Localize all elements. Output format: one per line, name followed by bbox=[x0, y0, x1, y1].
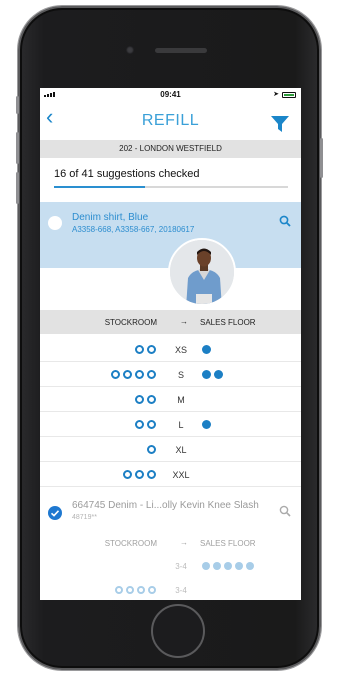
volume-down-button bbox=[16, 172, 19, 204]
search-icon[interactable] bbox=[279, 214, 291, 232]
progress-fill bbox=[54, 186, 146, 188]
sales-floor-unit-icon bbox=[214, 370, 223, 379]
stockroom-count bbox=[123, 470, 156, 479]
arrow-icon: → bbox=[180, 538, 188, 547]
size-label: XL bbox=[175, 445, 187, 455]
column-header-faded: STOCKROOM → SALES FLOOR bbox=[40, 534, 301, 552]
power-button bbox=[320, 138, 323, 178]
stockroom-unit-icon bbox=[147, 420, 156, 429]
sales-floor-unit-icon bbox=[202, 420, 211, 429]
stockroom-unit-icon bbox=[135, 420, 144, 429]
filter-icon[interactable] bbox=[271, 116, 289, 137]
stockroom-unit-icon bbox=[123, 370, 132, 379]
stockroom-unit-icon bbox=[147, 470, 156, 479]
second-item-row[interactable]: 664745 Denim - Li...olly Kevin Knee Slas… bbox=[40, 492, 301, 532]
stockroom-unit-icon bbox=[147, 345, 156, 354]
size-row[interactable]: L bbox=[40, 413, 301, 437]
arrow-icon: → bbox=[180, 317, 188, 326]
stockroom-unit-icon bbox=[147, 370, 156, 379]
search-icon[interactable] bbox=[279, 504, 291, 522]
stockroom-unit-icon bbox=[148, 586, 156, 594]
sales-floor-count bbox=[202, 562, 254, 570]
stockroom-unit-icon bbox=[135, 470, 144, 479]
stockroom-unit-icon bbox=[135, 395, 144, 404]
item-name: Denim shirt, Blue bbox=[72, 212, 149, 223]
stockroom-unit-icon bbox=[147, 445, 156, 454]
status-bar: 09:41 ➤ bbox=[40, 88, 301, 102]
progress-bar bbox=[54, 186, 288, 188]
size-label: L bbox=[178, 420, 184, 430]
status-time: 09:41 bbox=[160, 90, 181, 99]
size-label: 3-4 bbox=[175, 586, 187, 595]
sales-floor-header: SALES FLOOR bbox=[200, 539, 256, 548]
home-button[interactable] bbox=[151, 604, 205, 658]
item-code: 48719** bbox=[72, 514, 97, 521]
sales-floor-count bbox=[202, 370, 223, 379]
stockroom-unit-icon bbox=[123, 470, 132, 479]
stockroom-count bbox=[135, 345, 156, 354]
size-label: XS bbox=[174, 345, 187, 355]
page-title: REFILL bbox=[141, 112, 200, 129]
phone-frame: 09:41 ➤ ‹ REFILL 202 - LONDON WESTFIELD … bbox=[16, 6, 323, 670]
sales-floor-header: SALES FLOOR bbox=[200, 318, 256, 327]
app-screen: 09:41 ➤ ‹ REFILL 202 - LONDON WESTFIELD … bbox=[40, 88, 301, 600]
item-radio[interactable] bbox=[48, 216, 62, 230]
product-image bbox=[168, 238, 236, 306]
sales-floor-unit-icon bbox=[202, 562, 210, 570]
stockroom-header: STOCKROOM bbox=[104, 539, 157, 548]
stockroom-unit-icon bbox=[135, 345, 144, 354]
stockroom-count bbox=[111, 370, 156, 379]
sales-floor-unit-icon bbox=[235, 562, 243, 570]
battery-icon bbox=[282, 92, 296, 98]
size-row-faded[interactable]: 3-4 bbox=[40, 580, 301, 600]
size-row[interactable]: S bbox=[40, 363, 301, 387]
stockroom-unit-icon bbox=[126, 586, 134, 594]
location-icon: ➤ bbox=[273, 91, 279, 98]
volume-up-button bbox=[16, 132, 19, 164]
mute-switch bbox=[16, 96, 19, 114]
item-checked-icon[interactable] bbox=[48, 506, 62, 520]
sales-floor-count bbox=[202, 420, 211, 429]
size-row[interactable]: XXL bbox=[40, 463, 301, 487]
size-row-faded[interactable]: 3-4 bbox=[40, 556, 301, 578]
stockroom-count bbox=[135, 395, 156, 404]
sales-floor-unit-icon bbox=[224, 562, 232, 570]
item-codes: A3358-668, A3358-667, 20180617 bbox=[72, 225, 195, 234]
sales-floor-unit-icon bbox=[202, 370, 211, 379]
column-header: STOCKROOM → SALES FLOOR bbox=[40, 310, 301, 334]
stockroom-count bbox=[147, 445, 156, 454]
progress-text: 16 of 41 suggestions checked bbox=[54, 168, 200, 180]
front-camera bbox=[126, 46, 134, 54]
size-label: S bbox=[177, 370, 184, 380]
item-name: 664745 Denim - Li...olly Kevin Knee Slas… bbox=[72, 500, 259, 511]
size-label: 3-4 bbox=[175, 562, 187, 571]
stockroom-unit-icon bbox=[137, 586, 145, 594]
sales-floor-unit-icon bbox=[202, 345, 211, 354]
stockroom-unit-icon bbox=[147, 395, 156, 404]
size-row[interactable]: XS bbox=[40, 338, 301, 362]
size-row[interactable]: XL bbox=[40, 438, 301, 462]
size-label: M bbox=[177, 395, 185, 405]
stockroom-count bbox=[115, 586, 156, 594]
stockroom-unit-icon bbox=[111, 370, 120, 379]
sales-floor-count bbox=[202, 345, 211, 354]
nav-bar: ‹ REFILL bbox=[40, 102, 301, 136]
stockroom-unit-icon bbox=[115, 586, 123, 594]
sales-floor-unit-icon bbox=[213, 562, 221, 570]
earpiece-speaker bbox=[155, 48, 207, 53]
stockroom-unit-icon bbox=[135, 370, 144, 379]
size-row[interactable]: M bbox=[40, 388, 301, 412]
stockroom-count bbox=[135, 420, 156, 429]
size-label: XXL bbox=[172, 470, 190, 480]
sales-floor-unit-icon bbox=[246, 562, 254, 570]
stockroom-header: STOCKROOM bbox=[104, 318, 157, 327]
store-name: 202 - LONDON WESTFIELD bbox=[40, 140, 301, 158]
